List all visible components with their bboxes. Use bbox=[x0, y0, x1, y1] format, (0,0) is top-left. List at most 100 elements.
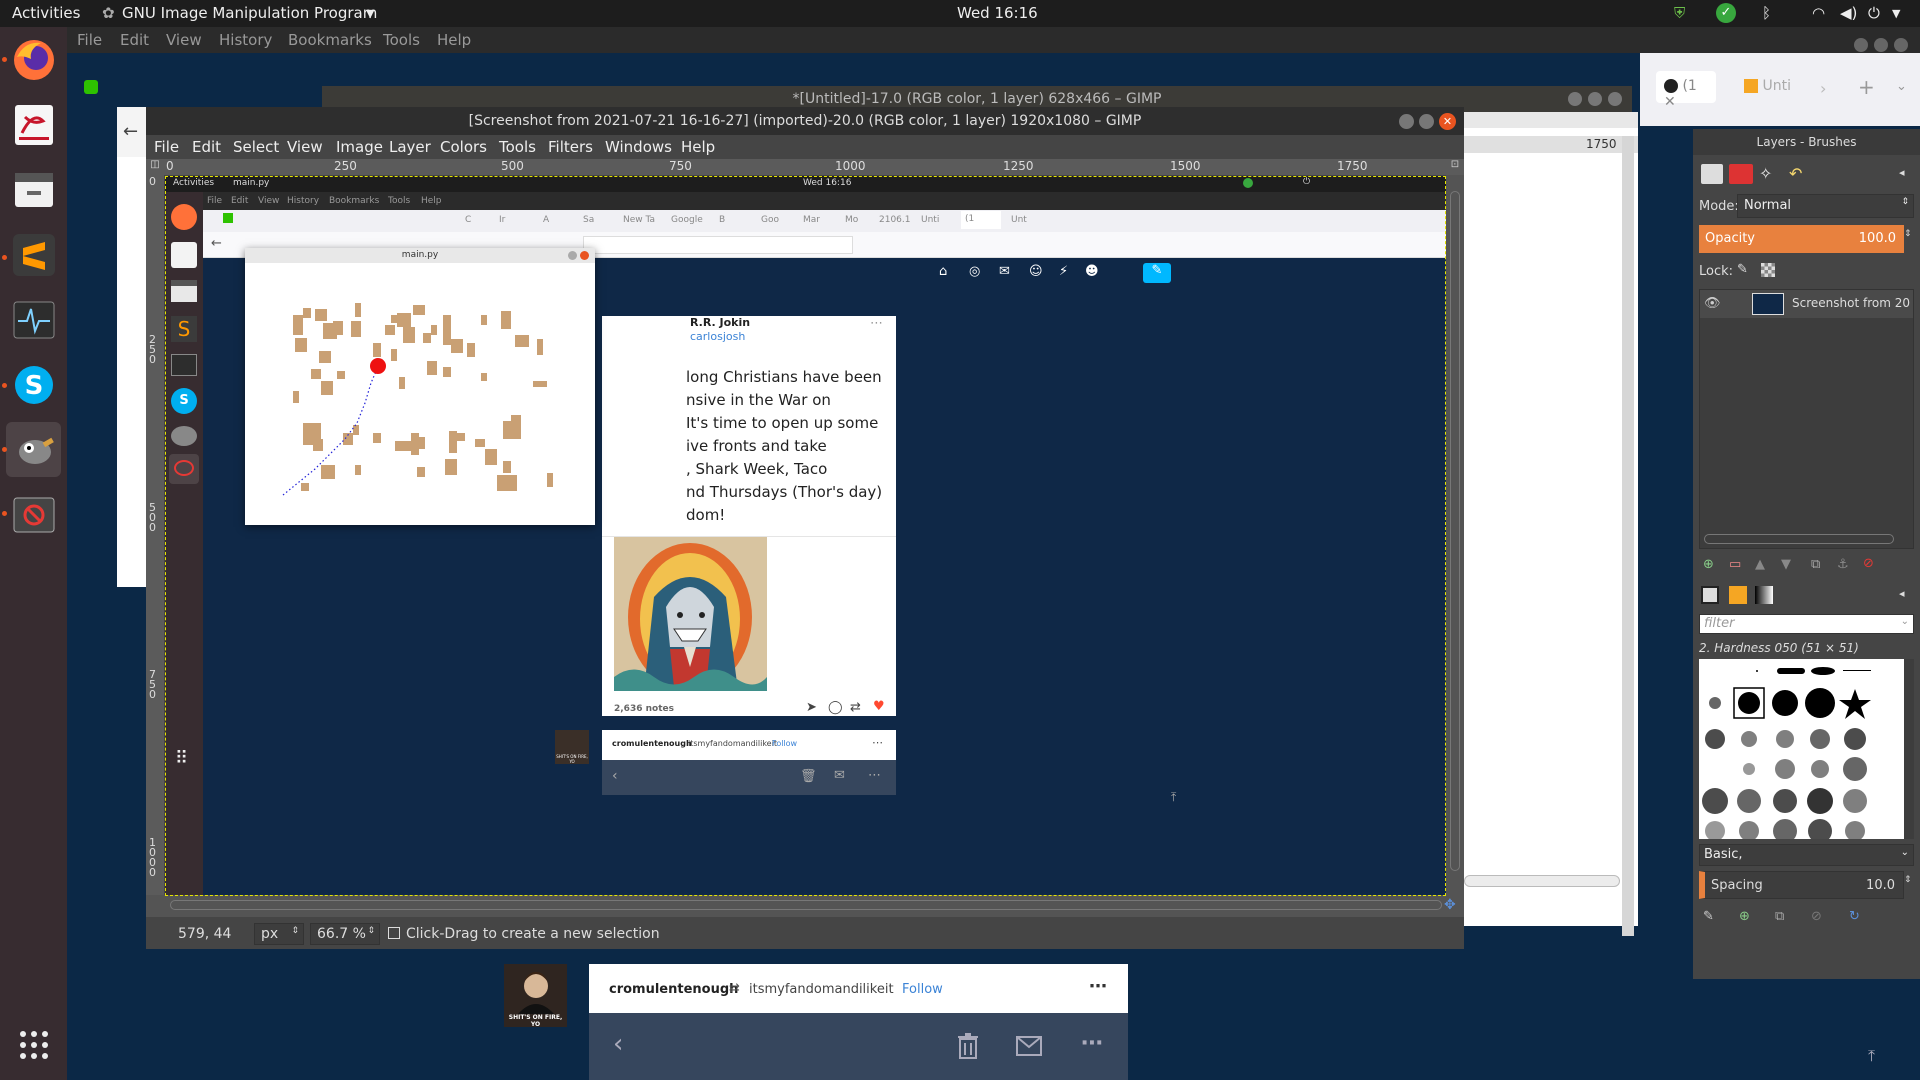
unit-select[interactable]: px ⇕ bbox=[254, 923, 304, 945]
chevron-right-icon[interactable]: › bbox=[1820, 79, 1826, 98]
patterns-tab-icon[interactable] bbox=[1729, 586, 1747, 604]
undo-history-tab-icon[interactable]: ↶ bbox=[1789, 164, 1811, 184]
menu-filters[interactable]: Filters bbox=[548, 138, 593, 156]
menu-help[interactable]: Help bbox=[681, 138, 715, 156]
scrollbar-horizontal[interactable] bbox=[1464, 875, 1620, 887]
edit-brush-icon[interactable]: ✎ bbox=[1703, 909, 1714, 924]
duplicate-brush-icon[interactable]: ⧉ bbox=[1775, 909, 1784, 924]
spin-icon[interactable]: ⇕ bbox=[1904, 875, 1912, 885]
power-icon[interactable]: ⏻ bbox=[1868, 4, 1880, 22]
evince-icon[interactable] bbox=[6, 97, 61, 152]
chevron-down-icon[interactable]: ⌄ bbox=[1901, 847, 1909, 858]
anchor-icon[interactable]: ⚓ bbox=[1837, 557, 1849, 572]
paths-tab-icon[interactable]: ✧ bbox=[1759, 164, 1781, 184]
lower-layer-icon[interactable]: ▼ bbox=[1781, 557, 1791, 572]
lock-pixels-icon[interactable]: ✎ bbox=[1737, 262, 1748, 277]
close-button[interactable] bbox=[1608, 92, 1622, 106]
extension-icon[interactable] bbox=[84, 80, 98, 94]
tab-menu-icon[interactable]: ◂ bbox=[1899, 166, 1905, 179]
chevron-left-icon[interactable]: ‹ bbox=[613, 1029, 623, 1059]
scrollbar-horizontal[interactable]: ✥ bbox=[146, 895, 1464, 917]
menu-view[interactable]: View bbox=[166, 31, 202, 49]
gimp-icon[interactable] bbox=[6, 422, 61, 477]
menu-windows[interactable]: Windows bbox=[605, 138, 672, 156]
firefox-icon[interactable] bbox=[6, 32, 61, 87]
layer-name[interactable]: Screenshot from 20 bbox=[1792, 296, 1910, 310]
bluetooth-icon[interactable]: ᛒ bbox=[1762, 4, 1771, 22]
maximize-button[interactable] bbox=[1874, 38, 1888, 52]
opacity-slider[interactable]: Opacity 100.0 bbox=[1699, 225, 1904, 253]
tab-untitled[interactable]: Unti bbox=[1744, 78, 1791, 94]
chevron-down-icon[interactable]: ⌄ bbox=[1896, 79, 1907, 94]
menu-select[interactable]: Select bbox=[233, 138, 279, 156]
spacing-slider[interactable]: Spacing 10.0 bbox=[1699, 871, 1904, 899]
horizontal-ruler[interactable]: 0 250 500 750 1000 1250 1500 1750 bbox=[164, 159, 1446, 175]
trash-icon[interactable] bbox=[957, 1033, 979, 1059]
menu-edit[interactable]: Edit bbox=[192, 138, 221, 156]
spin-icon[interactable]: ⇕ bbox=[1904, 229, 1912, 239]
quick-mask-corner[interactable]: ◫ bbox=[146, 159, 164, 175]
menu-history[interactable]: History bbox=[219, 31, 272, 49]
menu-view[interactable]: View bbox=[287, 138, 323, 156]
files-icon[interactable] bbox=[6, 162, 61, 217]
delete-brush-icon[interactable]: ⊘ bbox=[1811, 909, 1822, 924]
navigate-icon[interactable]: ✥ bbox=[1444, 897, 1456, 913]
more-icon[interactable]: ⋯ bbox=[1081, 1031, 1103, 1056]
avatar[interactable]: SHIT'S ON FIRE, YO bbox=[504, 964, 567, 1028]
menu-layer[interactable]: Layer bbox=[389, 138, 431, 156]
close-button[interactable] bbox=[1894, 38, 1908, 52]
scroll-top-icon[interactable]: ⤒ bbox=[1868, 1046, 1875, 1066]
zoom-select[interactable]: 66.7 % ⇕ bbox=[310, 923, 380, 945]
lock-alpha-icon[interactable] bbox=[1761, 263, 1775, 277]
clock[interactable]: Wed 16:16 bbox=[957, 4, 1038, 22]
back-arrow-icon[interactable]: ← bbox=[123, 121, 138, 142]
duplicate-layer-icon[interactable]: ⧉ bbox=[1811, 557, 1820, 572]
close-icon[interactable]: ✕ bbox=[1664, 94, 1676, 110]
layer-row[interactable]: 👁 Screenshot from 20 bbox=[1700, 290, 1913, 318]
brush-preset-select[interactable]: Basic, ⌄ bbox=[1699, 844, 1914, 866]
show-apps-grid-icon[interactable] bbox=[6, 1017, 61, 1072]
scrollbar-vertical[interactable] bbox=[1622, 136, 1634, 936]
tab-menu-icon[interactable]: ◂ bbox=[1899, 587, 1905, 600]
refresh-brushes-icon[interactable]: ↻ bbox=[1849, 909, 1860, 924]
follow-button[interactable]: Follow bbox=[902, 982, 943, 997]
chevron-down-icon[interactable]: ▼ bbox=[1892, 7, 1900, 20]
volume-icon[interactable]: ◀) bbox=[1840, 4, 1857, 22]
menu-tools[interactable]: Tools bbox=[499, 138, 536, 156]
raise-layer-icon[interactable]: ▲ bbox=[1755, 557, 1765, 572]
reblog-source[interactable]: itsmyfandomandilikeit bbox=[749, 982, 894, 997]
wifi-icon[interactable]: ◠ bbox=[1812, 4, 1825, 22]
reblog-user[interactable]: cromulentenough bbox=[609, 982, 738, 997]
menu-bookmarks[interactable]: Bookmarks bbox=[288, 31, 372, 49]
menu-help[interactable]: Help bbox=[437, 31, 471, 49]
menu-edit[interactable]: Edit bbox=[120, 31, 149, 49]
brush-grid[interactable] bbox=[1699, 659, 1904, 839]
screenshot-app-icon[interactable] bbox=[6, 487, 61, 542]
new-layer-icon[interactable]: ⊕ bbox=[1703, 557, 1714, 572]
scrollbar-vertical[interactable] bbox=[1446, 175, 1464, 895]
channels-tab-icon[interactable] bbox=[1729, 164, 1753, 184]
gradients-tab-icon[interactable] bbox=[1755, 586, 1773, 604]
system-monitor-icon[interactable] bbox=[6, 292, 61, 347]
menu-colors[interactable]: Colors bbox=[440, 138, 487, 156]
layers-tab-icon[interactable] bbox=[1701, 164, 1723, 184]
scrollbar-vertical[interactable] bbox=[1904, 659, 1914, 839]
close-button[interactable]: ✕ bbox=[1439, 113, 1456, 130]
menu-image[interactable]: Image bbox=[336, 138, 383, 156]
new-group-icon[interactable]: ▭ bbox=[1729, 557, 1741, 572]
maximize-button[interactable] bbox=[1419, 114, 1434, 129]
chevron-down-icon[interactable]: ⌄ bbox=[1901, 616, 1909, 627]
activities-button[interactable]: Activities bbox=[12, 4, 80, 22]
delete-layer-icon[interactable]: ⊘ bbox=[1863, 556, 1874, 571]
mail-icon[interactable] bbox=[1016, 1036, 1042, 1056]
vertical-ruler[interactable]: 0 250 500 750 1000 bbox=[146, 175, 164, 895]
scrollbar-thumb[interactable] bbox=[1450, 191, 1460, 871]
sublime-text-icon[interactable] bbox=[6, 227, 61, 282]
minimize-button[interactable] bbox=[1568, 92, 1582, 106]
new-brush-icon[interactable]: ⊕ bbox=[1739, 909, 1750, 924]
app-menu[interactable]: GNU Image Manipulation Program bbox=[122, 4, 377, 22]
chevron-down-icon[interactable]: ▼ bbox=[366, 7, 374, 20]
more-icon[interactable]: ⋯ bbox=[1089, 976, 1107, 997]
brush-filter-input[interactable]: filter ⌄ bbox=[1699, 614, 1914, 634]
menu-file[interactable]: File bbox=[77, 31, 102, 49]
